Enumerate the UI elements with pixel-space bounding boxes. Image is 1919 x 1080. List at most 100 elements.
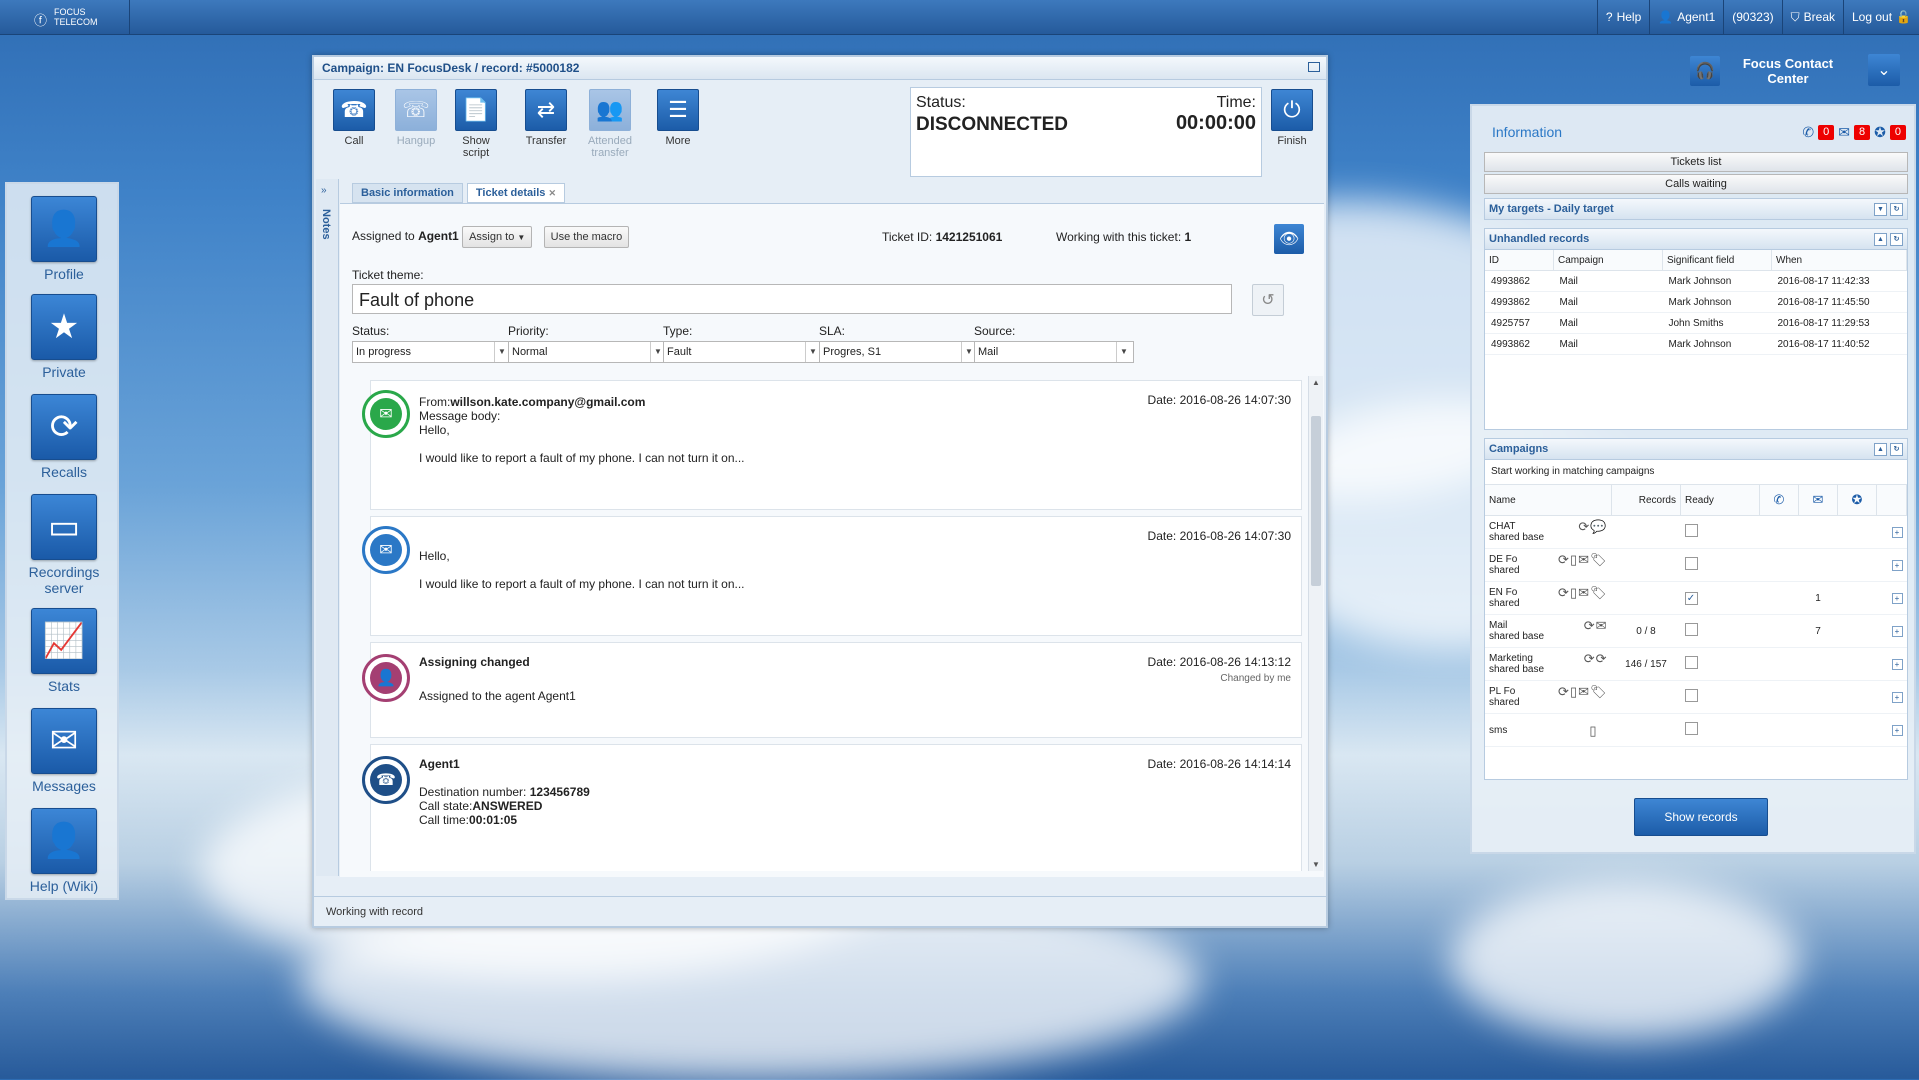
column-header[interactable]: Name	[1485, 485, 1612, 516]
scroll-thumb[interactable]	[1311, 416, 1321, 586]
menu-icon: ☰	[657, 89, 699, 131]
ticket-theme-input[interactable]: Fault of phone	[352, 284, 1232, 314]
ready-checkbox[interactable]	[1684, 656, 1698, 669]
show-script-button[interactable]: 📄 Show script	[446, 89, 506, 159]
column-header-star[interactable]: ✪	[1837, 485, 1877, 516]
table-row[interactable]: 4993862 Mail Mark Johnson 2016-08-17 11:42:…	[1485, 270, 1907, 292]
column-header[interactable]: Significant field	[1662, 250, 1772, 271]
campaign-row[interactable]: Mail shared base ⟳✉ 0 / 8 7 +	[1485, 614, 1907, 648]
expand-plus-icon[interactable]: +	[1891, 625, 1903, 637]
scroll-up-icon[interactable]: ▲	[1312, 378, 1320, 387]
call-button[interactable]: ☎ Call	[324, 89, 384, 147]
mail-icon: ✉	[1838, 124, 1851, 140]
collapse-button[interactable]: ⌄	[1868, 54, 1900, 86]
tickets-list-button[interactable]: Tickets list	[1484, 152, 1908, 172]
dock-profile[interactable]: 👤 Profile	[7, 196, 121, 282]
refresh-icon[interactable]: ↻	[1890, 443, 1903, 456]
priority-select[interactable]: Normal	[508, 341, 668, 363]
tab-basic-information[interactable]: Basic information	[352, 183, 463, 203]
dock-private[interactable]: ★ Private	[7, 294, 121, 380]
expand-plus-icon[interactable]: +	[1891, 559, 1903, 571]
hangup-button[interactable]: ☏ Hangup	[386, 89, 446, 147]
table-row[interactable]: 4925757 Mail John Smiths 2016-08-17 11:29:5…	[1485, 312, 1907, 334]
expand-plus-icon[interactable]: +	[1891, 691, 1903, 703]
break-button[interactable]: ⛉ Break	[1781, 0, 1843, 34]
dock-recalls[interactable]: ⟳ Recalls	[7, 394, 121, 480]
ready-checkbox-checked[interactable]: ✓	[1684, 591, 1698, 605]
column-header-phone[interactable]: ✆	[1759, 485, 1799, 516]
expand-icon[interactable]: ▼	[1874, 203, 1887, 216]
unlock-icon: 🔓	[1896, 10, 1911, 24]
campaign-row[interactable]: CHAT shared base ⟳💬 +	[1485, 515, 1907, 549]
collapse-icon[interactable]: ▲	[1874, 233, 1887, 246]
more-label: More	[665, 135, 691, 147]
campaign-row[interactable]: EN Fo shared ⟳▯✉🏷 ✓ 1 +	[1485, 581, 1907, 615]
my-targets-header[interactable]: My targets - Daily target ▼ ↻	[1485, 199, 1907, 220]
show-records-button[interactable]: Show records	[1634, 798, 1768, 836]
campaign-row[interactable]: Marketing shared base ⟳⟳ 146 / 157 +	[1485, 647, 1907, 681]
entry-date: Date: 2016-08-26 14:07:30	[1147, 529, 1291, 543]
expand-plus-icon[interactable]: +	[1891, 724, 1903, 736]
column-header[interactable]: Campaign	[1553, 250, 1663, 271]
refresh-icon[interactable]: ↻	[1890, 233, 1903, 246]
timeline-scrollbar[interactable]: ▲ ▼	[1308, 376, 1323, 871]
use-macro-button[interactable]: Use the macro	[543, 226, 630, 248]
collapse-icon[interactable]: ▲	[1874, 443, 1887, 456]
logout-button[interactable]: Log out 🔓	[1843, 0, 1919, 34]
ready-checkbox[interactable]	[1684, 524, 1698, 537]
finish-button[interactable]: ⏻ Finish	[1262, 89, 1322, 147]
sla-select[interactable]: Progres, S1	[819, 341, 979, 363]
cloud	[1450, 880, 1800, 1040]
group-icon: 👥	[589, 89, 631, 131]
column-header[interactable]: Ready	[1680, 485, 1760, 516]
table-row[interactable]: 4993862 Mail Mark Johnson 2016-08-17 11:40:…	[1485, 333, 1907, 355]
more-button[interactable]: ☰ More	[648, 89, 708, 147]
expand-icon[interactable]: »	[321, 185, 327, 196]
tab-ticket-details[interactable]: Ticket details ✕	[466, 183, 566, 203]
dock-help-wiki[interactable]: 👤 Help (Wiki)	[7, 808, 121, 894]
maximize-icon[interactable]	[1308, 62, 1320, 72]
transfer-button[interactable]: ⇄ Transfer	[516, 89, 576, 147]
watch-button[interactable]: 👁	[1274, 224, 1304, 254]
assign-to-button[interactable]: Assign to ▼	[462, 226, 533, 248]
refresh-icon[interactable]: ↻	[1890, 203, 1903, 216]
dock-messages[interactable]: ✉ Messages	[7, 708, 121, 794]
campaign-row[interactable]: PL Fo shared ⟳▯✉🏷 +	[1485, 680, 1907, 714]
expand-plus-icon[interactable]: +	[1891, 592, 1903, 604]
dock-stats[interactable]: 📈 Stats	[7, 608, 121, 694]
type-select[interactable]: Fault	[663, 341, 823, 363]
campaign-row[interactable]: sms ▯ +	[1485, 713, 1907, 747]
counters: ✆ 0 ✉ 8 ✪ 0	[1802, 124, 1906, 141]
help-button[interactable]: ? Help	[1596, 0, 1649, 34]
agent-button[interactable]: 👤 Agent1	[1649, 0, 1723, 34]
dock-label: Messages	[32, 778, 96, 794]
body-hello: Hello,	[419, 423, 450, 437]
column-header[interactable]: When	[1771, 250, 1907, 271]
column-header[interactable]: ID	[1485, 250, 1554, 271]
table-row[interactable]: 4993862 Mail Mark Johnson 2016-08-17 11:45:…	[1485, 291, 1907, 313]
channel-icons: ⟳▯✉🏷	[1558, 552, 1608, 567]
ready-checkbox[interactable]	[1684, 689, 1698, 702]
expand-plus-icon[interactable]: +	[1891, 658, 1903, 670]
ready-checkbox[interactable]	[1684, 557, 1698, 570]
status-select[interactable]: In progress	[352, 341, 512, 363]
column-header[interactable]: Records	[1611, 485, 1681, 516]
attended-transfer-button[interactable]: 👥 Attended transfer	[580, 89, 640, 159]
mobile-icon: ▯	[1589, 722, 1598, 738]
show-script-label: Show script	[462, 135, 490, 159]
reply-body: Hello, I would like to report a fault of…	[419, 549, 745, 591]
close-icon[interactable]: ✕	[548, 188, 556, 198]
field-label: Status:	[352, 324, 390, 338]
campaign-row[interactable]: DE Fo shared ⟳▯✉🏷 +	[1485, 548, 1907, 582]
history-button[interactable]: ↺	[1252, 284, 1284, 316]
ready-checkbox[interactable]	[1684, 722, 1698, 735]
column-header-mail[interactable]: ✉	[1798, 485, 1838, 516]
source-select[interactable]: Mail	[974, 341, 1134, 363]
ready-checkbox[interactable]	[1684, 623, 1698, 636]
expand-plus-icon[interactable]: +	[1891, 526, 1903, 538]
power-icon: ⏻	[1271, 89, 1313, 131]
dock-recordings[interactable]: ▭ Recordings server	[7, 494, 121, 596]
notes-strip[interactable]: » Notes	[316, 179, 339, 876]
scroll-down-icon[interactable]: ▼	[1312, 860, 1320, 869]
calls-waiting-button[interactable]: Calls waiting	[1484, 174, 1908, 194]
